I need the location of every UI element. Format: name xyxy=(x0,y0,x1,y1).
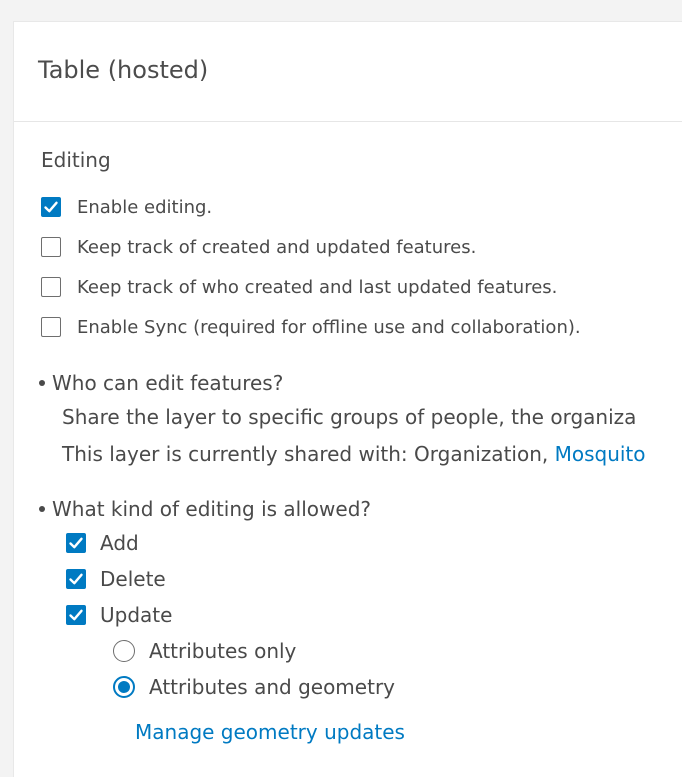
shared-with-text: This layer is currently shared with: Org… xyxy=(62,442,646,466)
track-editors-label: Keep track of who created and last updat… xyxy=(77,276,558,298)
share-description: Share the layer to specific groups of pe… xyxy=(62,405,637,429)
page-title: Table (hosted) xyxy=(38,56,209,84)
editing-heading: Editing xyxy=(41,148,111,172)
attributes-only-radio[interactable] xyxy=(113,640,135,662)
manage-geometry-updates-link[interactable]: Manage geometry updates xyxy=(135,720,405,744)
editing-allowed-heading: What kind of editing is allowed? xyxy=(39,497,371,521)
settings-panel: Table (hosted) Editing Enable editing. K… xyxy=(13,21,682,777)
attributes-geometry-option[interactable]: Attributes and geometry xyxy=(113,674,395,700)
enable-sync-option[interactable]: Enable Sync (required for offline use an… xyxy=(41,314,581,340)
track-created-updated-option[interactable]: Keep track of created and updated featur… xyxy=(41,234,476,260)
panel-content: Editing Enable editing. Keep track of cr… xyxy=(14,122,682,777)
attributes-geometry-label: Attributes and geometry xyxy=(149,675,395,699)
track-editors-checkbox[interactable] xyxy=(41,277,61,297)
shared-group-link[interactable]: Mosquito xyxy=(555,442,646,466)
enable-editing-option[interactable]: Enable editing. xyxy=(41,194,212,220)
attributes-only-option[interactable]: Attributes only xyxy=(113,638,296,664)
shared-with-prefix: This layer is currently shared with: Org… xyxy=(62,442,555,466)
enable-editing-checkbox[interactable] xyxy=(41,197,61,217)
update-option[interactable]: Update xyxy=(66,602,172,628)
add-option[interactable]: Add xyxy=(66,530,139,556)
track-created-updated-checkbox[interactable] xyxy=(41,237,61,257)
delete-label: Delete xyxy=(100,567,166,591)
attributes-geometry-radio[interactable] xyxy=(113,676,135,698)
who-can-edit-heading: Who can edit features? xyxy=(39,371,283,395)
delete-option[interactable]: Delete xyxy=(66,566,166,592)
checkmark-icon xyxy=(69,537,83,549)
track-created-updated-label: Keep track of created and updated featur… xyxy=(77,236,477,258)
enable-sync-label: Enable Sync (required for offline use an… xyxy=(77,316,581,338)
checkmark-icon xyxy=(44,201,58,213)
attributes-only-label: Attributes only xyxy=(149,639,297,663)
who-can-edit-text: Who can edit features? xyxy=(52,371,284,395)
panel-header: Table (hosted) xyxy=(14,22,682,122)
enable-editing-label: Enable editing. xyxy=(77,196,213,218)
track-editors-option[interactable]: Keep track of who created and last updat… xyxy=(41,274,557,300)
editing-allowed-text: What kind of editing is allowed? xyxy=(52,497,372,521)
delete-checkbox[interactable] xyxy=(66,569,86,589)
bullet-icon xyxy=(39,505,45,512)
checkmark-icon xyxy=(69,609,83,621)
bullet-icon xyxy=(39,379,45,386)
checkmark-icon xyxy=(69,573,83,585)
enable-sync-checkbox[interactable] xyxy=(41,317,61,337)
update-checkbox[interactable] xyxy=(66,605,86,625)
update-label: Update xyxy=(100,603,173,627)
add-checkbox[interactable] xyxy=(66,533,86,553)
add-label: Add xyxy=(100,531,139,555)
